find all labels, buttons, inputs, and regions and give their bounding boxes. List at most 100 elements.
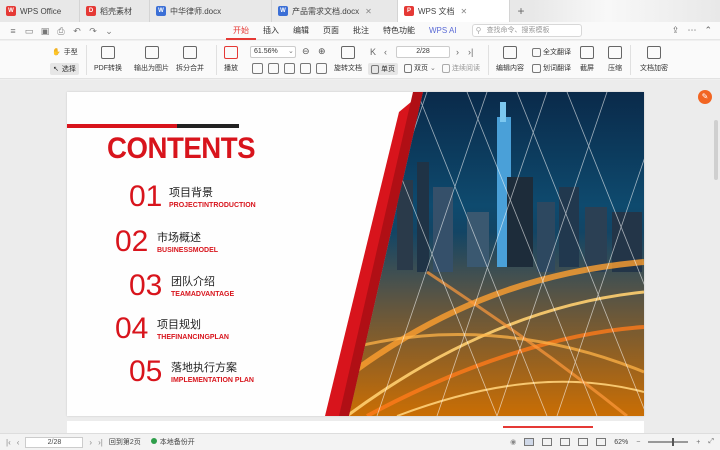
double-page-label: 双页 [414, 65, 428, 72]
status-bar: |‹ ‹ 2/28 › ›| 回到第2页 本地备份开 ◉ 62% − + ⤢ [0, 433, 720, 450]
fit-width-icon[interactable] [268, 63, 281, 74]
redo-icon[interactable]: ↷ [88, 26, 98, 36]
zoom-in-icon[interactable]: ⊕ [318, 46, 326, 57]
sidebar-view-icon[interactable] [596, 438, 607, 446]
continuous-read-button[interactable]: 连续阅读 [442, 63, 480, 73]
backup-status-dot-icon [150, 438, 157, 444]
rotate-left-icon[interactable] [300, 63, 313, 74]
edit-content-button[interactable]: 编辑内容 [496, 46, 524, 73]
compress-button[interactable]: 压缩 [608, 46, 622, 73]
rotate-doc-icon [341, 46, 355, 59]
close-icon[interactable]: ✕ [365, 7, 372, 16]
command-search-input[interactable]: 查找命令、搜索模板 [471, 24, 582, 37]
prev-page-icon[interactable]: ‹ [384, 47, 387, 57]
screenshot-button[interactable]: 截屏 [580, 46, 594, 73]
prev-page-icon[interactable]: ‹ [17, 438, 20, 447]
back-to-page-link[interactable]: 回到第2页 [109, 437, 141, 447]
contents-item[interactable]: 03 团队介绍 TEAMADVANTAGE [129, 269, 329, 309]
zoom-out-icon[interactable]: ⊖ [302, 46, 310, 57]
play-button[interactable]: 播放 [224, 46, 238, 73]
tab-label: WPS 文档 [418, 6, 455, 16]
eye-icon[interactable]: ◉ [510, 438, 516, 446]
word-translate-label: 划词翻译 [543, 65, 571, 72]
continuous-read-label: 连续阅读 [452, 65, 480, 72]
contents-item[interactable]: 04 项目规划 THEFINANCINGPLAN [115, 312, 315, 352]
docer-icon: D [86, 6, 96, 16]
hand-tool-button[interactable]: ✋ 手型 [52, 47, 78, 57]
contents-item[interactable]: 02 市场概述 BUSINESSMODEL [115, 225, 315, 265]
contents-item[interactable]: 01 项目背景 PROJECTINTRODUCTION [129, 180, 329, 220]
doc-encrypt-button[interactable]: 文档加密 [640, 46, 668, 73]
rotate-right-icon[interactable] [316, 63, 329, 74]
fit-page-icon[interactable] [252, 63, 265, 74]
zoom-slider[interactable] [648, 438, 689, 446]
first-page-icon[interactable]: K [370, 47, 376, 57]
contents-item[interactable]: 05 落地执行方案 IMPLEMENTATION PLAN [129, 355, 349, 395]
menu-insert[interactable]: 插入 [256, 22, 286, 40]
fit-screen-icon[interactable]: ⤢ [708, 438, 714, 446]
tab-lawyer-doc[interactable]: W 中华律师.docx [150, 0, 272, 22]
menu-page[interactable]: 页面 [316, 22, 346, 40]
print-icon[interactable]: ⎙ [56, 26, 66, 36]
rotate-doc-button[interactable]: 旋转文档 [334, 46, 362, 73]
export-image-button[interactable]: 输出为图片 [134, 46, 169, 73]
collapse-icon[interactable]: ⌃ [704, 25, 712, 36]
tab-label: 中华律师.docx [170, 6, 222, 16]
next-page-icon[interactable]: › [89, 438, 92, 447]
tab-requirements-doc[interactable]: W 产品需求文档.docx ✕ [272, 0, 398, 22]
close-icon[interactable]: ✕ [460, 7, 467, 16]
menu-icon[interactable]: ≡ [8, 26, 18, 36]
item-title-cn: 落地执行方案 [171, 362, 237, 374]
split-merge-button[interactable]: 拆分合并 [176, 46, 204, 73]
vertical-scrollbar[interactable] [714, 120, 718, 180]
zoom-in-icon[interactable]: + [696, 439, 700, 446]
next-slide-red-line [503, 426, 593, 428]
page-number-input[interactable]: 2/28 [396, 46, 450, 58]
actual-size-icon[interactable] [284, 63, 297, 74]
last-page-icon[interactable]: ›| [468, 47, 473, 57]
item-number: 01 [129, 180, 163, 213]
tab-wps-office[interactable]: W WPS Office [0, 0, 80, 22]
undo-icon[interactable]: ↶ [72, 26, 82, 36]
heading-red-line [67, 124, 177, 128]
pdf-convert-label: PDF转换 [94, 65, 122, 72]
wps-icon: W [6, 6, 16, 16]
more-icon[interactable]: ⋯ [687, 25, 696, 36]
cloud-backup-status[interactable]: 本地备份开 [150, 437, 195, 447]
chevron-down-icon[interactable]: ⌄ [104, 26, 114, 36]
folder-icon[interactable]: ▭ [24, 26, 34, 36]
menu-features[interactable]: 特色功能 [376, 22, 422, 40]
save-icon[interactable]: ▣ [40, 26, 50, 36]
zoom-out-icon[interactable]: − [636, 439, 640, 446]
single-view-icon[interactable] [524, 438, 535, 446]
edit-content-label: 编辑内容 [496, 65, 524, 72]
word-translate-button[interactable]: 划词翻译 [532, 63, 571, 73]
fullscreen-icon[interactable] [560, 438, 571, 446]
chevron-down-icon[interactable]: ⌄ [288, 47, 294, 55]
menu-edit[interactable]: 编辑 [286, 22, 316, 40]
menu-start[interactable]: 开始 [226, 22, 256, 40]
assistant-float-icon[interactable]: ✎ [698, 90, 712, 104]
first-page-icon[interactable]: |‹ [6, 438, 11, 447]
status-page-input[interactable]: 2/28 [25, 436, 84, 448]
single-page-button[interactable]: 单页 [368, 63, 398, 75]
tab-docer[interactable]: D 稻壳素材 [80, 0, 150, 22]
last-page-icon[interactable]: ›| [98, 438, 103, 447]
full-translate-button[interactable]: 全文翻译 [532, 47, 571, 57]
wps-ai-button[interactable]: WPS AI [422, 22, 464, 40]
select-tool-button[interactable]: ↖ 选择 [50, 63, 79, 75]
share-icon[interactable]: ⇪ [672, 25, 680, 36]
double-view-icon[interactable] [542, 438, 553, 446]
next-page-icon[interactable]: › [456, 47, 459, 57]
document-workspace[interactable]: CONTENTS 01 项目背景 PROJECTINTRODUCTION 02 … [0, 80, 720, 441]
play-icon [224, 46, 238, 59]
pdf-convert-button[interactable]: PDF转换 [94, 46, 122, 73]
new-tab-plus-icon[interactable]: + [514, 4, 528, 18]
tab-current-pdf[interactable]: P WPS 文档 ✕ [398, 0, 510, 22]
continuous-read-icon [442, 63, 450, 73]
slide-page[interactable]: CONTENTS 01 项目背景 PROJECTINTRODUCTION 02 … [67, 92, 644, 416]
export-image-label: 输出为图片 [134, 65, 169, 72]
double-page-button[interactable]: 双页 ⌄ [404, 63, 436, 73]
grid-view-icon[interactable] [578, 438, 589, 446]
menu-comment[interactable]: 批注 [346, 22, 376, 40]
